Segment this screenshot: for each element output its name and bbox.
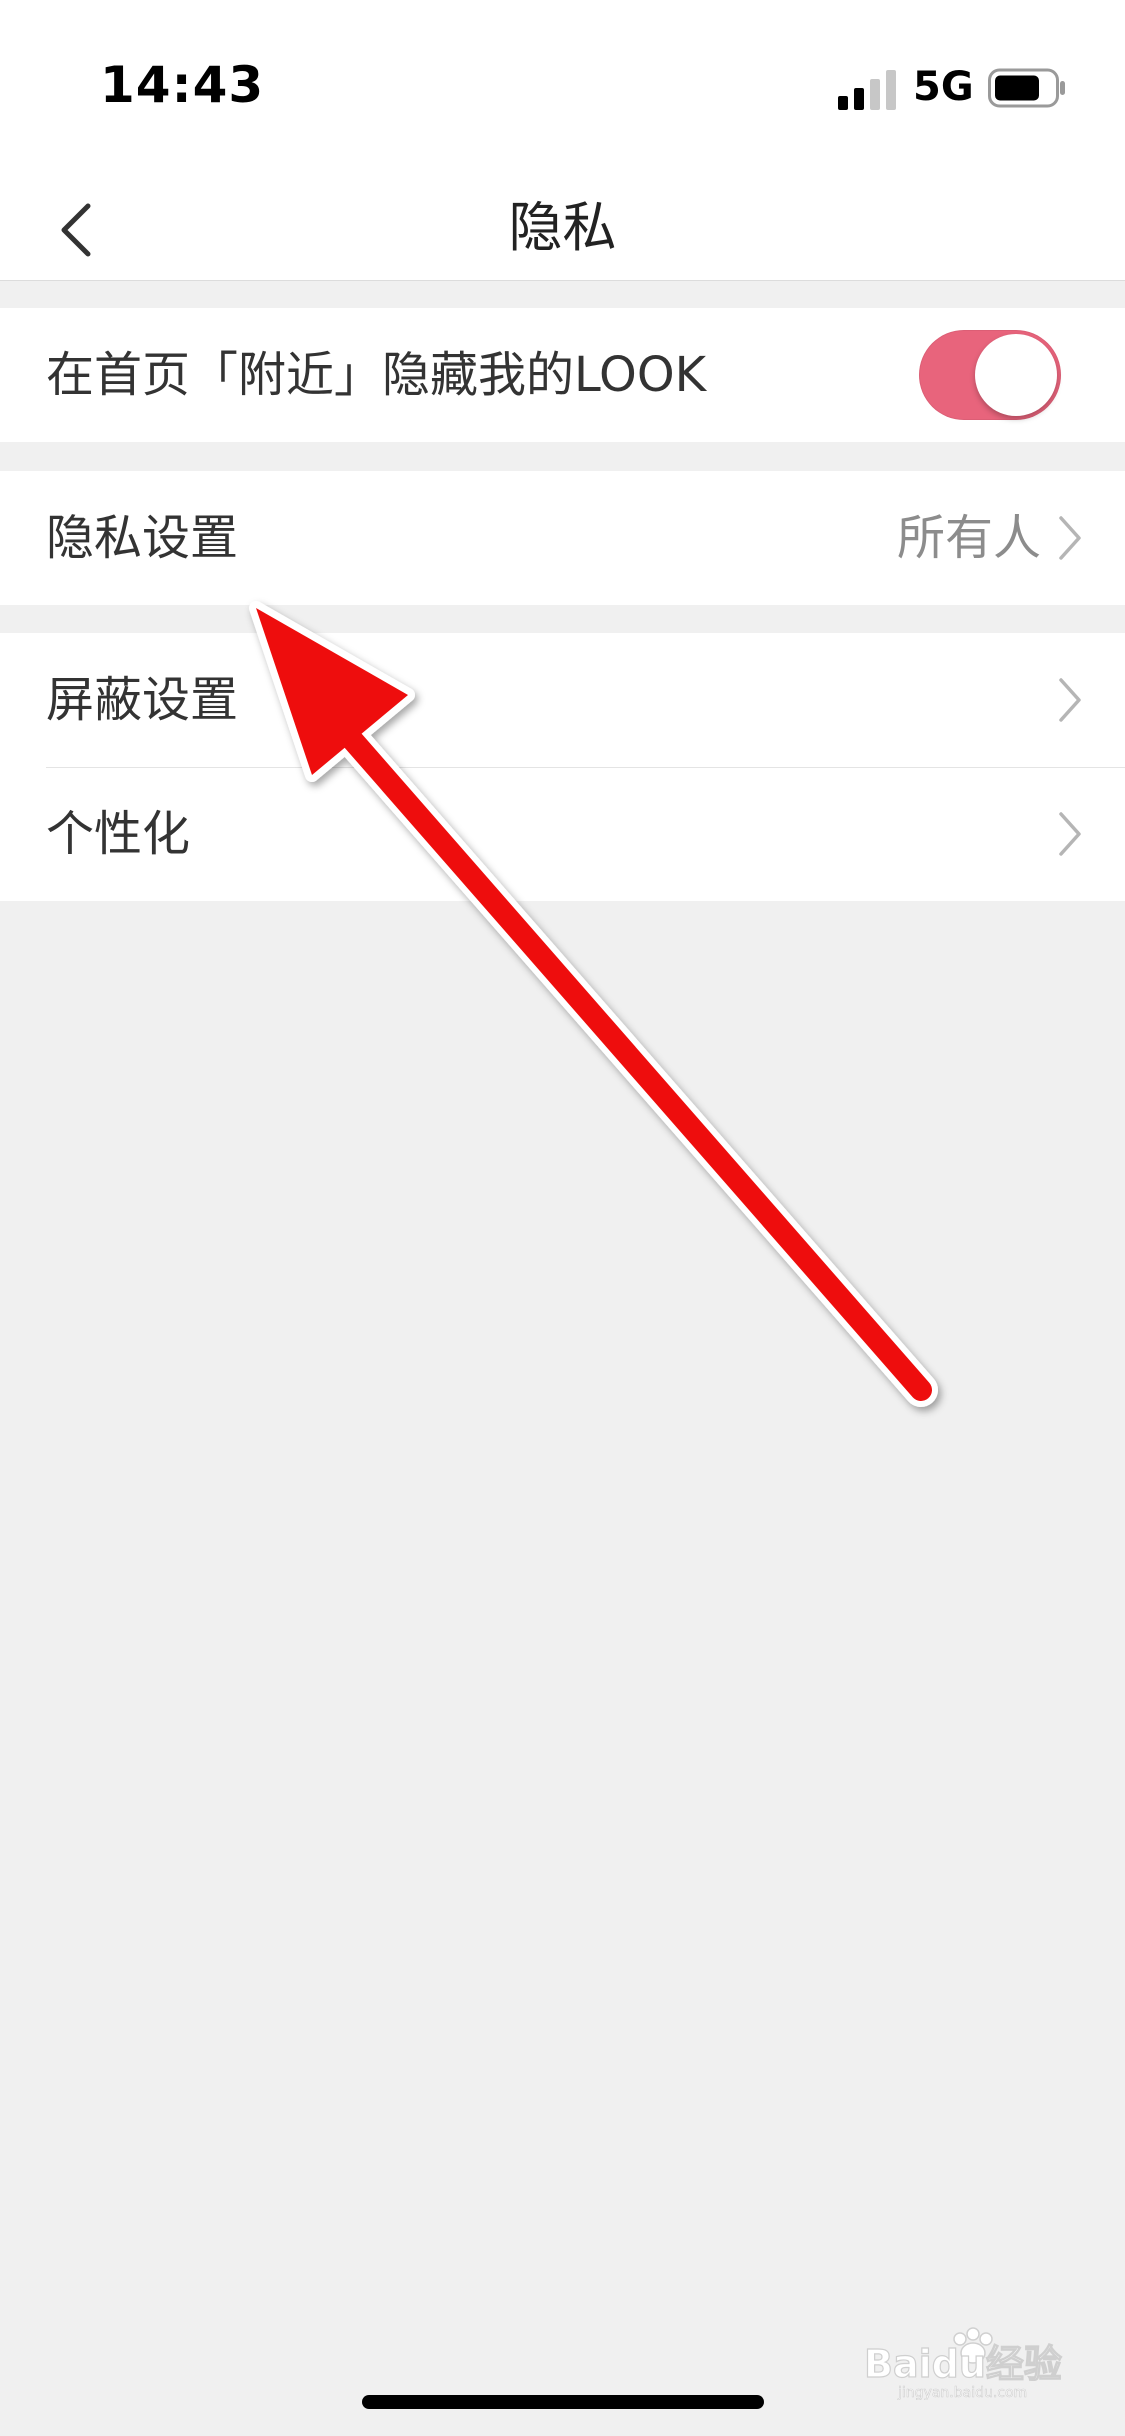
navigation-bar: 隐私 [0,175,1125,281]
toggle-knob [975,334,1057,416]
setting-row-block-settings[interactable]: 屏蔽设置 [0,633,1125,767]
setting-value-privacy-settings: 所有人 [896,510,1041,566]
setting-row-hide-nearby: 在首页「附近」隐藏我的LOOK [0,308,1125,442]
watermark-brand: Baidu经验 [864,2342,1062,2386]
settings-group-other: 屏蔽设置 个性化 [0,633,1125,901]
setting-label-personalization: 个性化 [46,806,191,862]
page-title: 隐私 [508,196,617,259]
settings-group-privacy: 隐私设置 所有人 [0,471,1125,605]
settings-group-nearby: 在首页「附近」隐藏我的LOOK [0,308,1125,442]
setting-row-personalization[interactable]: 个性化 [0,767,1125,901]
chevron-right-icon [1059,678,1081,722]
setting-label-privacy-settings: 隐私设置 [46,510,239,566]
setting-row-privacy-settings[interactable]: 隐私设置 所有人 [0,471,1125,605]
cellular-signal-icon [838,70,896,110]
home-indicator[interactable] [362,2395,764,2409]
status-time: 14:43 [100,56,265,114]
hide-nearby-toggle[interactable] [919,330,1061,420]
setting-label-block-settings: 屏蔽设置 [46,672,239,728]
network-type: 5G [913,64,974,110]
chevron-left-icon [61,203,91,257]
watermark-url: jingyan.baidu.com [897,2385,1027,2400]
baidu-jingyan-watermark: Baidu经验 jingyan.baidu.com [863,2327,1062,2400]
chevron-right-icon [1059,516,1081,560]
chevron-right-icon [1059,812,1081,856]
setting-label-hide-nearby: 在首页「附近」隐藏我的LOOK [46,347,707,403]
back-button[interactable] [40,185,110,275]
status-bar: 14:43 5G [0,0,1125,175]
battery-icon [988,68,1065,108]
